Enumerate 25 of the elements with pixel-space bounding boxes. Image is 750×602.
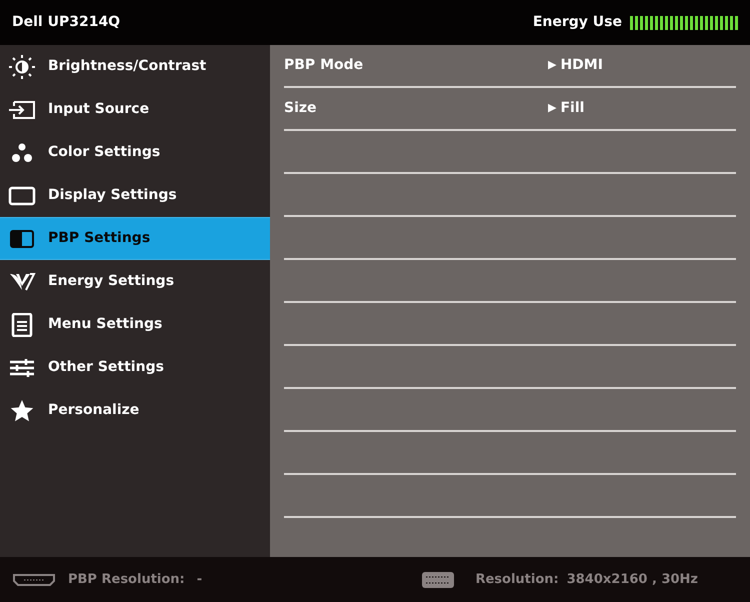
menu-item[interactable]: Other Settings [0,346,270,389]
menu-item[interactable]: Personalize [0,389,270,432]
resolution-label: Resolution: [475,570,559,589]
star-icon [8,398,36,422]
menu-item[interactable]: Display Settings [0,174,270,217]
setting-label: PBP Mode [284,56,364,75]
pbp-resolution-value: - [196,570,202,589]
setting-label: Size [284,99,318,118]
setting-value[interactable]: Fill [560,98,584,119]
menu-item[interactable]: Energy Settings [0,260,270,303]
setting-value[interactable]: HDMI [560,55,603,76]
play-marker: ▶ [548,100,556,116]
energy-label: Energy Use [532,13,622,32]
resolution-value: 3840x2160 , 30Hz [566,570,698,589]
brightness-icon [8,54,36,78]
menu-item[interactable]: PBP Settings [0,217,270,260]
connector-icon [12,572,56,586]
play-marker: ▶ [548,57,556,74]
menu-item[interactable]: Menu Settings [0,303,270,346]
monitor-title: Dell UP3214Q [12,13,120,32]
connector-icon [421,570,456,588]
menu-item[interactable]: Input Source [0,88,270,131]
pbp-resolution-label: PBP Resolution: [68,570,185,589]
menu-item[interactable]: Brightness/Contrast [0,45,270,88]
menu-item[interactable]: Color Settings [0,131,270,174]
